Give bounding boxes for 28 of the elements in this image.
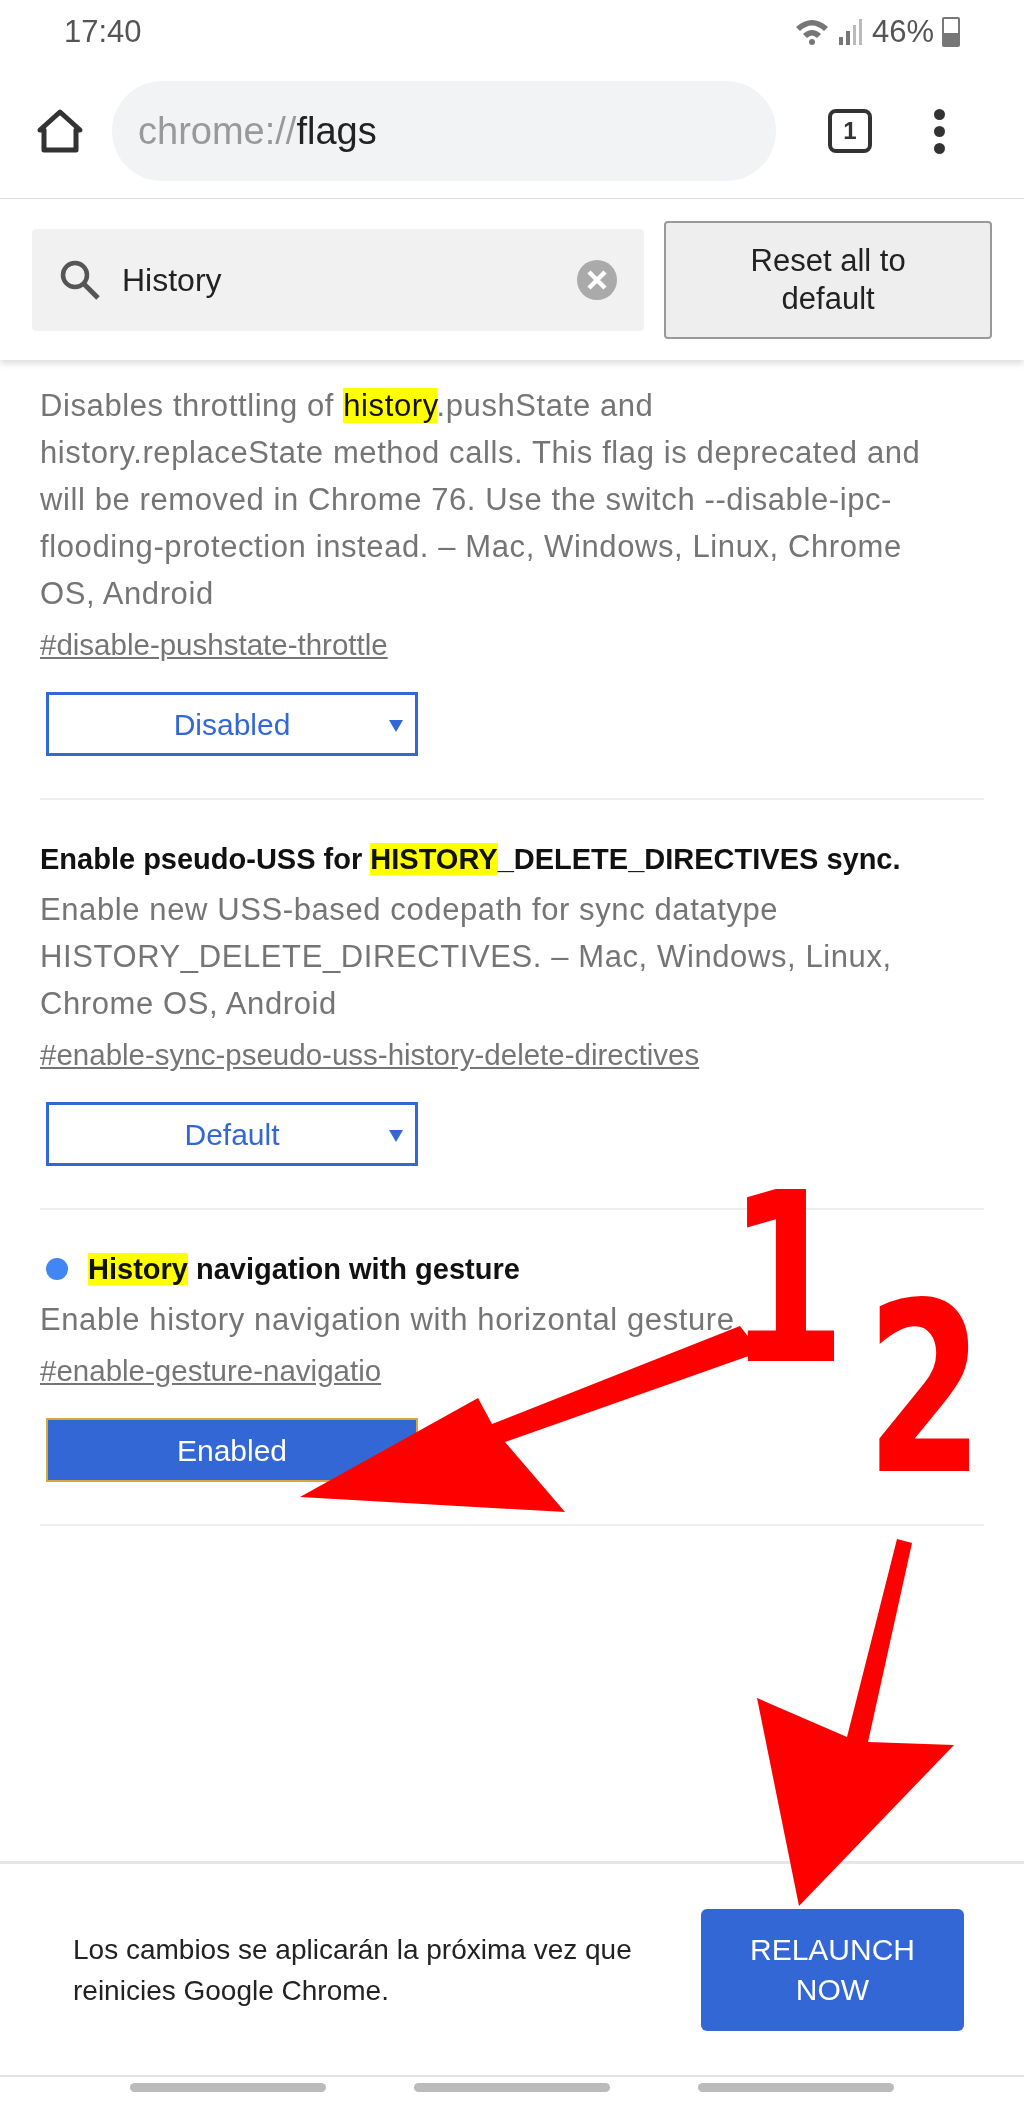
more-menu-icon[interactable] <box>934 108 945 154</box>
dropdown-caret-icon <box>389 1130 403 1142</box>
battery-percent: 46% <box>871 12 934 51</box>
relaunch-now-button[interactable]: RELAUNCH NOW <box>701 1908 964 2031</box>
search-field[interactable]: History <box>32 228 645 331</box>
annotation-number: 2 <box>866 1295 984 1485</box>
battery-icon <box>942 17 960 47</box>
status-time: 17:40 <box>64 12 142 51</box>
clear-icon[interactable] <box>576 258 619 301</box>
dropdown-caret-icon <box>389 720 403 732</box>
flag-link[interactable]: #enable-gesture-navigatio <box>40 1347 382 1394</box>
flag-title: History navigation with gesture <box>88 1252 520 1287</box>
flag-state-dropdown[interactable]: Disabled <box>46 692 418 756</box>
gesture-bar-handle[interactable] <box>130 2083 326 2092</box>
signal-icon <box>837 17 864 47</box>
flag-state-dropdown[interactable]: Enabled <box>46 1418 418 1482</box>
address-bar[interactable]: chrome://flags <box>112 81 776 181</box>
flag-description: Enable new USS-based codepath for sync datatype HISTORY_DELETE_DIRECTIVES. – Mac, Windows, Linux, Chrome OS, Android <box>40 891 893 1023</box>
flag-state-dropdown[interactable]: Default <box>46 1102 418 1166</box>
tab-switcher-button[interactable]: 1 <box>828 109 872 153</box>
reset-all-button[interactable]: Reset all to default <box>664 220 992 339</box>
search-input[interactable]: History <box>122 255 557 304</box>
home-icon[interactable] <box>36 107 84 155</box>
gesture-bar-handle[interactable] <box>698 2083 894 2092</box>
flag-link[interactable]: #enable-sync-pseudo-uss-history-delete-directives <box>40 1031 700 1078</box>
relaunch-message: Los cambios se aplicarán la próxima vez que reinicies Google Chrome. <box>73 1932 633 2008</box>
gesture-bar-handle[interactable] <box>414 2083 610 2092</box>
flag-link[interactable]: #disable-pushstate-throttle <box>40 621 388 668</box>
